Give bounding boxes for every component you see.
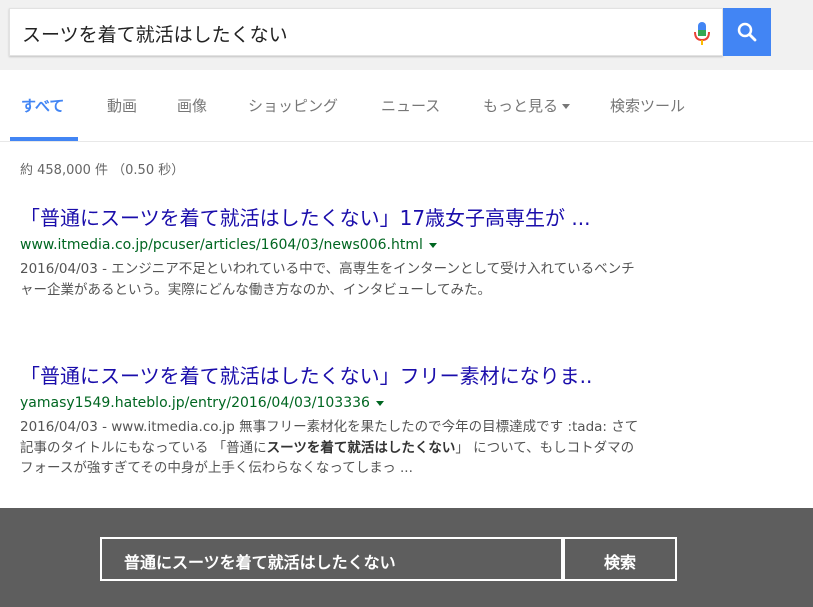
search-button[interactable] — [723, 8, 771, 56]
search-header: スーツを着て就活はしたくない — [0, 0, 813, 70]
overlay-search-text: 普通にスーツを着て就活はしたくない — [124, 553, 396, 572]
result-title-link[interactable]: 「普通にスーツを着て就活はしたくない」フリー素材になりま.. — [20, 362, 660, 390]
url-dropdown-icon[interactable] — [375, 400, 384, 406]
microphone-icon[interactable] — [691, 21, 713, 47]
result-title-link[interactable]: 「普通にスーツを着て就活はしたくない」17歳女子高専生が ... — [20, 204, 660, 232]
snippet-highlight: スーツを着て就活はしたくない — [266, 439, 456, 456]
result-url: www.itmedia.co.jp/pcuser/articles/1604/0… — [20, 235, 660, 255]
search-result: 「普通にスーツを着て就活はしたくない」17歳女子高専生が ... www.itm… — [20, 204, 660, 300]
overlay-search-button[interactable]: 検索 — [563, 537, 677, 581]
result-url: yamasy1549.hateblo.jp/entry/2016/04/03/1… — [20, 393, 660, 413]
search-tabs: すべて 動画 画像 ショッピング ニュース もっと見る 検索ツール — [0, 70, 813, 142]
result-snippet: 2016/04/03 - www.itmedia.co.jp 無事フリー素材化を… — [20, 417, 645, 479]
tab-more-label: もっと見る — [483, 97, 559, 115]
result-snippet: 2016/04/03 - エンジニア不足といわれている中で、高専生をインターンと… — [20, 261, 635, 298]
overlay-search-button-label: 検索 — [603, 553, 636, 572]
result-stats: 約 458,000 件 （0.50 秒） — [20, 163, 185, 178]
url-dropdown-icon[interactable] — [428, 242, 437, 248]
tab-images[interactable]: 画像 — [177, 95, 207, 116]
tab-news[interactable]: ニュース — [381, 95, 440, 116]
tab-more[interactable]: もっと見る — [483, 95, 571, 116]
search-result: 「普通にスーツを着て就活はしたくない」フリー素材になりま.. yamasy154… — [20, 362, 660, 479]
search-input[interactable]: スーツを着て就活はしたくない — [9, 8, 723, 56]
tab-all[interactable]: すべて — [21, 95, 64, 116]
bottom-search-bar: 普通にスーツを着て就活はしたくない 検索 — [0, 508, 813, 607]
tab-search-tools[interactable]: 検索ツール — [610, 95, 685, 116]
chevron-down-icon — [562, 104, 571, 109]
tab-shopping[interactable]: ショッピング — [248, 95, 338, 116]
result-url-text: yamasy1549.hateblo.jp/entry/2016/04/03/1… — [20, 395, 370, 411]
search-icon — [737, 22, 757, 42]
active-tab-indicator — [10, 137, 78, 141]
overlay-search-input[interactable]: 普通にスーツを着て就活はしたくない — [100, 537, 563, 581]
tab-videos[interactable]: 動画 — [107, 95, 137, 116]
search-query-text[interactable]: スーツを着て就活はしたくない — [22, 20, 288, 47]
result-url-text: www.itmedia.co.jp/pcuser/articles/1604/0… — [20, 237, 423, 253]
